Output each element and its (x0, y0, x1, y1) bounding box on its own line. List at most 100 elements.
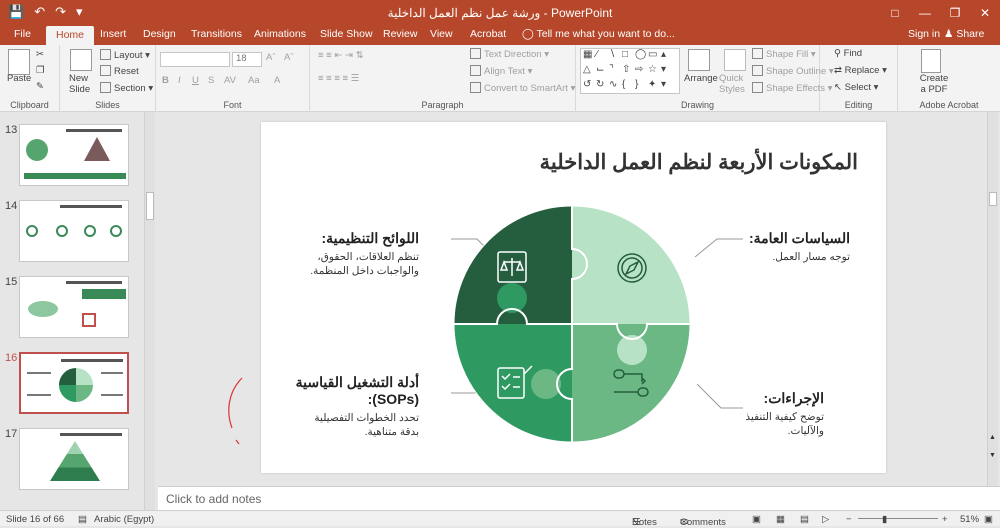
language-indicator[interactable]: Arabic (Egypt) (94, 514, 154, 525)
section-policies[interactable]: السياسات العامة: توجه مسار العمل. (710, 230, 850, 264)
shapes-gallery[interactable]: ▦ ∕ ∖ □ ◯ ▭ ▴ △ ⌙ ⌝ ⇧ ⇨ ☆ ▾ ↺ ↻ ∿{} ✦ ▾ (580, 48, 680, 94)
font-size-input[interactable]: 18 (232, 52, 262, 67)
copy-icon[interactable]: ❐ (36, 65, 45, 76)
connector-shape-icon[interactable]: ⌙ (596, 64, 609, 79)
restore-ribbon-icon[interactable]: □ (880, 0, 910, 26)
thumbnails-scrollbar[interactable] (144, 112, 155, 510)
find-button[interactable]: ⚲ Find (834, 48, 862, 59)
share-button[interactable]: ♟ Share (944, 28, 984, 40)
expand-shape-icon[interactable]: ▾ (661, 64, 674, 79)
underline-icon[interactable]: U (192, 75, 199, 86)
star2-shape-icon[interactable]: ✦ (648, 79, 661, 94)
triangle-shape-icon[interactable]: △ (583, 64, 596, 79)
slide-thumbnail-13[interactable] (19, 124, 129, 186)
section-procedures[interactable]: الإجراءات: توضح كيفية التنفيذ والآليات. (684, 390, 824, 438)
font-name-input[interactable] (160, 52, 230, 67)
create-pdf-button[interactable]: Create a PDF (916, 73, 952, 95)
tab-insert[interactable]: Insert (100, 28, 126, 40)
gallery-more-icon[interactable]: ▾ (661, 79, 674, 94)
layout-button[interactable]: Layout ▾ (100, 49, 150, 61)
brace-left-shape-icon[interactable]: { (622, 79, 635, 94)
tab-review[interactable]: Review (383, 28, 417, 40)
next-slide-icon[interactable]: ▼ (989, 452, 996, 459)
curve-shape-icon[interactable]: ↺ (583, 79, 596, 94)
align-text-button[interactable]: Align Text ▾ (470, 65, 532, 77)
sign-in-link[interactable]: Sign in (908, 28, 940, 40)
shape-fill-button[interactable]: Shape Fill ▾ (752, 48, 816, 60)
slide-sorter-icon[interactable]: ▦ (776, 514, 785, 525)
reading-view-icon[interactable]: ▤ (800, 514, 809, 525)
select-button[interactable]: ↖ Select ▾ (834, 82, 878, 93)
format-painter-icon[interactable]: ✎ (36, 81, 44, 92)
arrow-shape-icon[interactable]: ⇨ (635, 64, 648, 79)
tab-home[interactable]: Home (46, 26, 95, 45)
grow-font-icon[interactable]: Aˆ (266, 52, 276, 63)
section-button[interactable]: Section ▾ (100, 82, 153, 94)
prev-slide-icon[interactable]: ▲ (989, 434, 996, 441)
section-sops[interactable]: أدلة التشغيل القياسية (SOPs): تحدد الخطو… (291, 374, 419, 439)
replace-button[interactable]: ⇄ Replace ▾ (834, 65, 887, 76)
brace-right-shape-icon[interactable]: } (635, 79, 648, 94)
slide-thumbnail-16-selected[interactable] (19, 352, 129, 414)
section-regulations[interactable]: اللوائح التنظيمية: تنظم العلاقات، الحقوق… (291, 230, 419, 278)
smartart-button[interactable]: Convert to SmartArt ▾ (470, 82, 575, 94)
shrink-font-icon[interactable]: Aˇ (284, 52, 294, 63)
tab-file[interactable]: File (14, 28, 31, 40)
close-button[interactable]: ✕ (970, 0, 1000, 26)
current-slide[interactable]: المكونات الأربعة لنظم العمل الداخلية الس… (261, 122, 886, 473)
scroll-thumb[interactable] (989, 192, 997, 206)
italic-icon[interactable]: I (178, 75, 181, 86)
align-icons[interactable]: ≡ ≡ ≡ ≡ ☰ (318, 73, 359, 84)
tell-me-box[interactable]: ◯ Tell me what you want to do... (522, 28, 675, 40)
slideshow-icon[interactable]: ▷ (822, 514, 829, 525)
bullets-icon[interactable]: ≡ ≡ ⇤ ⇥ ⇅ (318, 50, 364, 61)
tab-slide-show[interactable]: Slide Show (320, 28, 373, 40)
paste-button[interactable]: Paste (7, 73, 31, 84)
zoom-level[interactable]: 51% (960, 514, 979, 525)
slide-scrollbar[interactable]: ▲ ▼ (987, 112, 998, 486)
cut-icon[interactable]: ✂ (36, 49, 44, 60)
new-slide-button[interactable]: New Slide (69, 73, 95, 95)
line2-shape-icon[interactable]: ∖ (609, 49, 622, 64)
arrange-button[interactable]: Arrange (684, 73, 718, 84)
roundrect-shape-icon[interactable]: ▭ (648, 49, 661, 64)
slide-thumbnail-15[interactable] (19, 276, 129, 338)
more-shape-icon[interactable]: ▴ (661, 49, 674, 64)
tab-transitions[interactable]: Transitions (191, 28, 242, 40)
notes-placeholder[interactable]: Click to add notes (166, 492, 261, 506)
zoom-in-icon[interactable]: + (942, 514, 948, 525)
strikethrough-icon[interactable]: S (208, 75, 214, 86)
arrow-up-shape-icon[interactable]: ⇧ (622, 64, 635, 79)
textbox-shape-icon[interactable]: ▦ (583, 49, 596, 64)
spellcheck-icon[interactable]: ▤ (78, 514, 87, 525)
arc-shape-icon[interactable]: ↻ (596, 79, 609, 94)
tab-view[interactable]: View (430, 28, 453, 40)
slide-thumbnail-14[interactable] (19, 200, 129, 262)
text-direction-button[interactable]: Text Direction ▾ (470, 48, 549, 60)
scroll-thumb[interactable] (146, 192, 154, 220)
quick-styles-button[interactable]: Quick Styles (719, 73, 749, 95)
tab-animations[interactable]: Animations (254, 28, 306, 40)
star-shape-icon[interactable]: ☆ (648, 64, 661, 79)
spacing-icon[interactable]: AV (224, 75, 236, 86)
notes-pane[interactable]: Click to add notes (158, 486, 1000, 510)
zoom-slider[interactable] (858, 518, 938, 519)
change-case-icon[interactable]: Aa (248, 75, 260, 86)
tab-acrobat[interactable]: Acrobat (470, 28, 506, 40)
tab-design[interactable]: Design (143, 28, 176, 40)
reset-button[interactable]: Reset (100, 65, 139, 77)
font-color-icon[interactable]: A (274, 75, 280, 86)
wave-shape-icon[interactable]: ∿ (609, 79, 622, 94)
rect-shape-icon[interactable]: □ (622, 49, 635, 64)
line-shape-icon[interactable]: ∕ (596, 49, 609, 64)
minimize-button[interactable]: — (910, 0, 940, 26)
oval-shape-icon[interactable]: ◯ (635, 49, 648, 64)
fit-to-window-icon[interactable]: ▣ (984, 514, 993, 525)
maximize-button[interactable]: ❐ (940, 0, 970, 26)
slide-thumbnail-17[interactable] (19, 428, 129, 490)
zoom-slider-thumb[interactable]: ▮ (882, 514, 887, 525)
zoom-out-icon[interactable]: − (846, 514, 852, 525)
normal-view-icon[interactable]: ▣ (752, 514, 761, 525)
corner-shape-icon[interactable]: ⌝ (609, 64, 622, 79)
bold-icon[interactable]: B (162, 75, 169, 86)
